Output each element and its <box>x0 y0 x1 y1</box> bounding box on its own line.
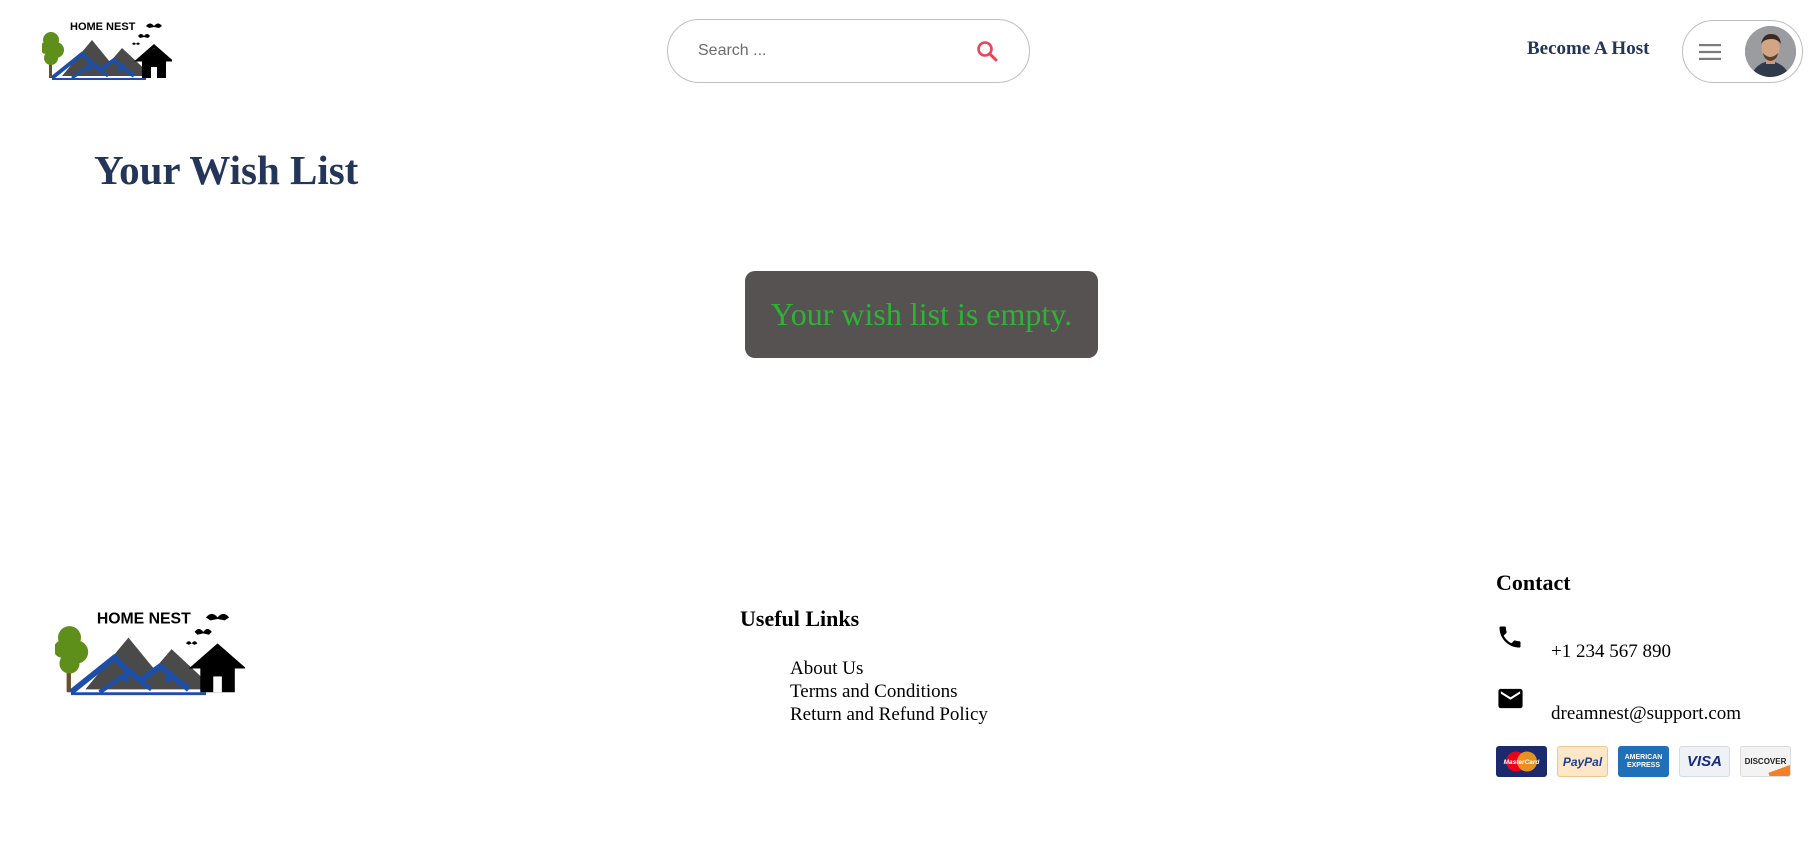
useful-links-heading: Useful Links <box>740 606 860 631</box>
mail-icon <box>1498 688 1523 709</box>
footer-home-nest-logo[interactable]: HOME NEST <box>55 606 245 698</box>
search-input[interactable] <box>696 41 973 61</box>
footer-logo-brand-text: HOME NEST <box>97 610 191 627</box>
user-menu-button[interactable] <box>1682 20 1803 83</box>
phone-icon <box>1499 626 1521 648</box>
avatar <box>1745 26 1796 77</box>
search-icon[interactable] <box>973 37 1001 65</box>
logo-brand-text: HOME NEST <box>70 21 136 33</box>
mastercard-icon: MasterCard <box>1496 746 1547 777</box>
contact-heading: Contact <box>1496 570 1571 595</box>
hamburger-menu-icon <box>1697 42 1723 62</box>
discover-icon: DISCOVER <box>1740 746 1791 777</box>
contact-email[interactable]: dreamnest@support.com <box>1551 703 1741 725</box>
amex-icon: AMERICAN EXPRESS <box>1618 746 1669 777</box>
become-a-host-link[interactable]: Become A Host <box>1527 38 1649 60</box>
contact-phone[interactable]: +1 234 567 890 <box>1551 641 1671 663</box>
page-title: Your Wish List <box>94 147 359 193</box>
link-terms-and-conditions[interactable]: Terms and Conditions <box>790 680 988 703</box>
paypal-icon: PayPal <box>1557 746 1608 777</box>
home-nest-logo[interactable]: HOME NEST <box>42 18 172 82</box>
link-return-refund-policy[interactable]: Return and Refund Policy <box>790 703 988 726</box>
empty-wishlist-message: Your wish list is empty. <box>770 296 1073 332</box>
search-bar <box>667 19 1030 83</box>
link-about-us[interactable]: About Us <box>790 657 988 680</box>
useful-links-list: About Us Terms and Conditions Return and… <box>790 657 988 726</box>
site-header: HOME NEST Become A Host <box>0 0 1819 100</box>
visa-icon: VISA <box>1679 746 1730 777</box>
payment-methods: MasterCard PayPal AMERICAN EXPRESS VISA … <box>1496 746 1791 777</box>
empty-wishlist-notice: Your wish list is empty. <box>745 271 1098 358</box>
svg-text:MasterCard: MasterCard <box>1504 759 1541 766</box>
